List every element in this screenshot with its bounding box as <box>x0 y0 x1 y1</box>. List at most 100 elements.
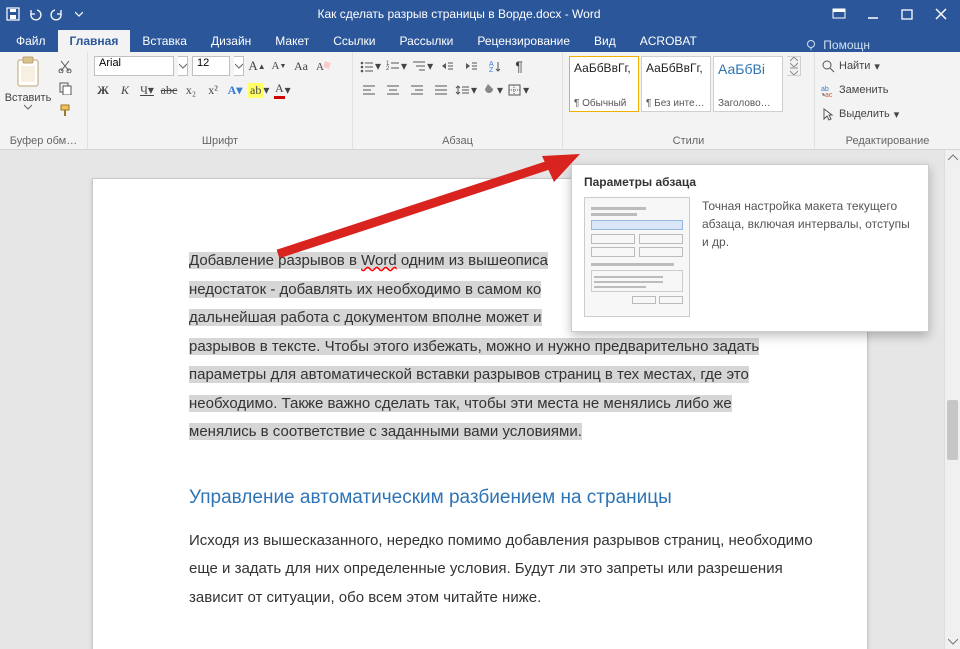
copy-button[interactable] <box>56 78 74 98</box>
styles-more[interactable] <box>787 56 801 76</box>
select-label: Выделить <box>839 108 890 120</box>
scroll-up-icon[interactable] <box>945 150 960 166</box>
tab-review[interactable]: Рецензирование <box>465 30 582 52</box>
svg-text:2: 2 <box>386 66 390 72</box>
select-button[interactable]: Выделить▾ <box>821 104 954 124</box>
scroll-down-icon[interactable] <box>945 633 960 649</box>
group-font: Arial 12 A▲ A▼ Aa A Ж К Ч▾ abc x₂ x² A▾ … <box>88 52 353 149</box>
tab-design[interactable]: Дизайн <box>199 30 263 52</box>
shrink-font-button[interactable]: A▼ <box>270 56 288 76</box>
replace-button[interactable]: abac Заменить <box>821 80 954 100</box>
close-icon[interactable] <box>934 7 948 21</box>
tab-mailings[interactable]: Рассылки <box>388 30 466 52</box>
clear-format-button[interactable]: A <box>314 56 332 76</box>
font-name-combo[interactable]: Arial <box>94 56 174 76</box>
quick-access-toolbar <box>6 7 86 21</box>
bullets-button[interactable]: ▾ <box>359 56 381 76</box>
paragraph-2[interactable]: Исходя из вышесказанного, нередко помимо… <box>189 527 821 613</box>
increase-indent-button[interactable] <box>461 56 481 76</box>
svg-text:A: A <box>489 61 494 68</box>
svg-text:1: 1 <box>386 61 390 67</box>
vertical-scrollbar[interactable] <box>944 150 960 649</box>
underline-button[interactable]: Ч▾ <box>138 80 156 100</box>
ribbon-tabs: Файл Главная Вставка Дизайн Макет Ссылки… <box>0 28 960 52</box>
scroll-thumb[interactable] <box>947 400 958 460</box>
font-color-button[interactable]: A▾ <box>273 80 291 100</box>
italic-button[interactable]: К <box>116 80 134 100</box>
group-label-font: Шрифт <box>94 133 346 147</box>
font-size-dropdown[interactable] <box>234 56 244 76</box>
minimize-icon[interactable] <box>866 7 880 21</box>
find-label: Найти <box>839 60 870 72</box>
format-painter-button[interactable] <box>56 100 74 120</box>
window-buttons <box>832 7 954 21</box>
strikethrough-button[interactable]: abc <box>160 80 178 100</box>
qat-customize-icon[interactable] <box>72 7 86 21</box>
tab-acrobat[interactable]: ACROBAT <box>628 30 709 52</box>
numbering-button[interactable]: 12▾ <box>385 56 407 76</box>
tell-me-label: Помощн <box>823 38 870 52</box>
paragraph-settings-tooltip: Параметры абзаца Точная настройка макета… <box>571 164 929 332</box>
maximize-icon[interactable] <box>900 7 914 21</box>
tooltip-title: Параметры абзаца <box>584 175 916 189</box>
ribbon-options-icon[interactable] <box>832 7 846 21</box>
tab-references[interactable]: Ссылки <box>321 30 387 52</box>
shading-button[interactable]: ▾ <box>481 80 503 100</box>
decrease-indent-button[interactable] <box>437 56 457 76</box>
style-heading1[interactable]: АаБбВі Заголово… <box>713 56 783 112</box>
tab-file[interactable]: Файл <box>4 30 58 52</box>
multilevel-button[interactable]: ▾ <box>411 56 433 76</box>
superscript-button[interactable]: x² <box>204 80 222 100</box>
cut-button[interactable] <box>56 56 74 76</box>
subscript-button[interactable]: x₂ <box>182 80 200 100</box>
justify-button[interactable] <box>431 80 451 100</box>
font-name-dropdown[interactable] <box>178 56 188 76</box>
grow-font-button[interactable]: A▲ <box>248 56 266 76</box>
group-label-styles: Стили <box>569 133 808 147</box>
paste-button[interactable]: Вставить <box>6 56 50 120</box>
line-spacing-button[interactable]: ▾ <box>455 80 477 100</box>
heading-2[interactable]: Управление автоматическим разбиением на … <box>189 487 821 509</box>
group-editing: Найти▾ abac Заменить Выделить▾ Редактиро… <box>815 52 960 149</box>
highlight-button[interactable]: ab▾ <box>248 80 269 100</box>
find-button[interactable]: Найти▾ <box>821 56 954 76</box>
show-marks-button[interactable]: ¶ <box>509 56 529 76</box>
tab-insert[interactable]: Вставка <box>130 30 199 52</box>
borders-button[interactable]: ▾ <box>507 80 529 100</box>
paste-label: Вставить <box>5 92 52 104</box>
window-title: Как сделать разрыв страницы в Ворде.docx… <box>86 7 832 21</box>
bold-button[interactable]: Ж <box>94 80 112 100</box>
style-no-spacing[interactable]: АаБбВвГг, ¶ Без инте… <box>641 56 711 112</box>
undo-icon[interactable] <box>28 7 42 21</box>
tooltip-preview <box>584 197 690 317</box>
style-normal[interactable]: АаБбВвГг, ¶ Обычный <box>569 56 639 112</box>
tab-home[interactable]: Главная <box>58 30 131 52</box>
clipboard-icon <box>14 56 42 90</box>
align-left-button[interactable] <box>359 80 379 100</box>
group-label-clipboard: Буфер обм… <box>6 133 81 147</box>
align-center-button[interactable] <box>383 80 403 100</box>
save-icon[interactable] <box>6 7 20 21</box>
text-effects-button[interactable]: A▾ <box>226 80 244 100</box>
tell-me[interactable]: Помощн <box>805 38 960 52</box>
tab-layout[interactable]: Макет <box>263 30 321 52</box>
replace-icon: abac <box>821 83 835 97</box>
group-label-paragraph: Абзац <box>359 133 556 147</box>
tab-view[interactable]: Вид <box>582 30 628 52</box>
svg-text:ac: ac <box>825 92 833 97</box>
change-case-button[interactable]: Aa <box>292 56 310 76</box>
group-styles: АаБбВвГг, ¶ Обычный АаБбВвГг, ¶ Без инте… <box>563 52 815 149</box>
style-name: ¶ Без инте… <box>646 98 706 109</box>
style-sample: АаБбВвГг, <box>574 61 634 75</box>
cursor-icon <box>821 107 835 121</box>
title-bar: Как сделать разрыв страницы в Ворде.docx… <box>0 0 960 28</box>
replace-label: Заменить <box>839 84 888 96</box>
svg-text:Z: Z <box>489 67 494 73</box>
group-label-editing: Редактирование <box>821 133 954 147</box>
svg-text:A: A <box>316 61 324 73</box>
font-size-combo[interactable]: 12 <box>192 56 230 76</box>
redo-icon[interactable] <box>50 7 64 21</box>
align-right-button[interactable] <box>407 80 427 100</box>
style-sample: АаБбВвГг, <box>646 61 706 75</box>
sort-button[interactable]: AZ <box>485 56 505 76</box>
